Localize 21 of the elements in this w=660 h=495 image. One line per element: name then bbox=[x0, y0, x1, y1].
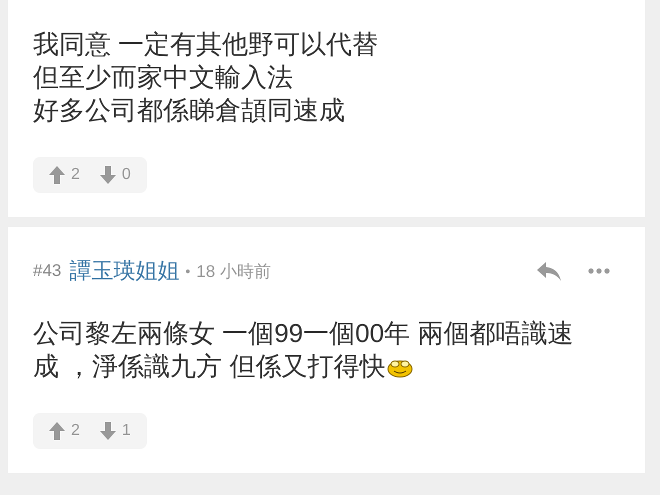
more-icon bbox=[588, 268, 610, 274]
up-arrow-icon bbox=[49, 166, 65, 184]
comment-text: 我同意 一定有其他野可以代替 bbox=[33, 28, 378, 61]
comment-text: 公司黎左兩條女 一個99一個00年 兩個都唔識速 bbox=[33, 317, 574, 350]
author-name[interactable]: 譚玉瑛姐姐 bbox=[69, 256, 180, 286]
reply-button[interactable] bbox=[536, 261, 562, 281]
separator-dot: • bbox=[185, 263, 190, 279]
upvote-button[interactable]: 2 bbox=[49, 422, 80, 440]
more-button[interactable] bbox=[588, 268, 610, 274]
downvote-button[interactable]: 0 bbox=[100, 166, 131, 184]
down-arrow-icon bbox=[100, 422, 116, 440]
comment-text: 好多公司都係睇倉頡同速成 bbox=[33, 94, 345, 127]
comment-text: 成 ，淨係識九方 但係又打得快 bbox=[33, 350, 386, 383]
comment-number: #43 bbox=[33, 261, 62, 281]
up-arrow-icon bbox=[49, 422, 65, 440]
comment-text: 但至少而家中文輸入法 bbox=[33, 61, 293, 94]
upvote-button[interactable]: 2 bbox=[49, 166, 80, 184]
reply-icon bbox=[536, 261, 562, 281]
timestamp: 18 小時前 bbox=[196, 260, 271, 282]
down-arrow-icon bbox=[100, 166, 116, 184]
downvote-button[interactable]: 1 bbox=[100, 422, 131, 440]
